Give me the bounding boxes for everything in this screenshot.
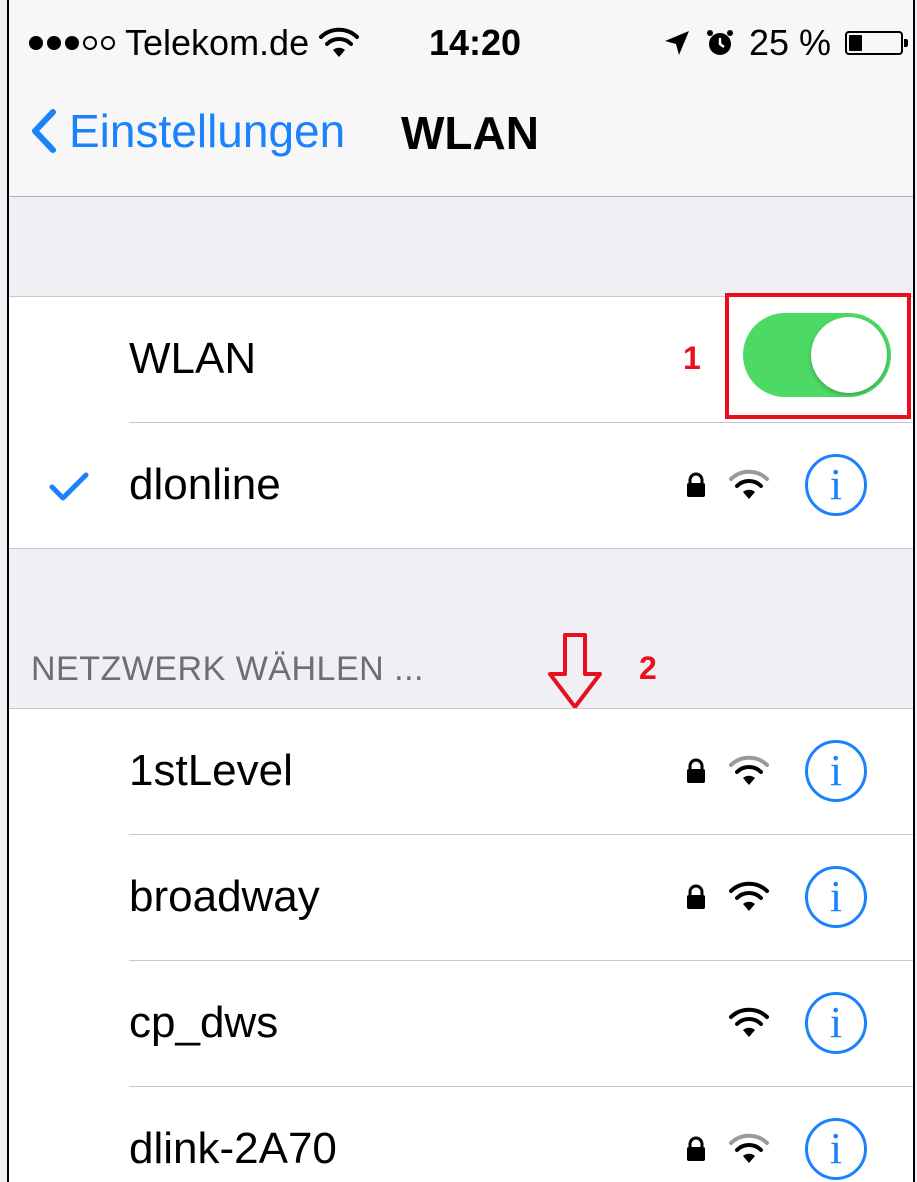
network-status-icons: i xyxy=(729,992,867,1054)
connected-network-row[interactable]: dlonline i xyxy=(9,422,913,548)
network-name: broadway xyxy=(129,872,320,921)
signal-strength-icon xyxy=(29,36,115,50)
signal-dot-icon xyxy=(83,36,97,50)
lock-icon xyxy=(687,884,705,909)
network-row-dlink-2a70[interactable]: dlink-2A70 i xyxy=(9,1086,913,1182)
wifi-signal-icon xyxy=(729,469,769,499)
wifi-signal-icon xyxy=(729,881,769,911)
wlan-toggle-row: WLAN 1 xyxy=(9,293,913,422)
wifi-signal-icon xyxy=(729,1007,769,1037)
alarm-icon xyxy=(706,30,733,55)
signal-dot-icon xyxy=(29,36,43,50)
network-row-1stlevel[interactable]: 1stLevel i xyxy=(9,708,913,834)
navigation-bar: Einstellungen WLAN xyxy=(9,80,913,197)
signal-dot-icon xyxy=(65,36,79,50)
back-button-label: Einstellungen xyxy=(69,105,346,157)
wifi-icon xyxy=(319,27,360,57)
network-status-icons: i xyxy=(685,866,867,928)
annotation-number-1: 1 xyxy=(683,340,701,376)
network-status-icons: i xyxy=(685,454,867,516)
location-arrow-icon xyxy=(664,31,689,55)
lock-icon xyxy=(687,472,705,497)
lock-icon xyxy=(687,758,705,783)
network-name: 1stLevel xyxy=(129,746,293,795)
battery-percentage: 25 % xyxy=(748,22,831,63)
network-list: 1stLevel i broadway i cp_dws i dlink-2A7… xyxy=(9,708,913,1182)
status-right: 25 % xyxy=(663,22,908,64)
connected-network-name: dlonline xyxy=(129,460,281,509)
wlan-toggle-switch[interactable] xyxy=(743,313,891,397)
battery-icon xyxy=(845,31,908,55)
status-left: Telekom.de xyxy=(29,22,360,64)
annotation-arrow-down-icon xyxy=(548,633,602,709)
wlan-toggle-label: WLAN xyxy=(129,334,257,383)
network-name: cp_dws xyxy=(129,998,279,1047)
info-button[interactable]: i xyxy=(805,1118,867,1180)
network-row-cp-dws[interactable]: cp_dws i xyxy=(9,960,913,1086)
page-title: WLAN xyxy=(401,107,539,159)
status-time: 14:20 xyxy=(429,22,522,63)
status-bar: Telekom.de 14:20 25 % xyxy=(9,0,913,80)
signal-dot-icon xyxy=(47,36,61,50)
info-button[interactable]: i xyxy=(805,992,867,1054)
network-name: dlink-2A70 xyxy=(129,1124,337,1173)
checkmark-icon xyxy=(49,472,89,501)
wifi-signal-icon xyxy=(729,1133,769,1163)
battery-fill xyxy=(849,35,862,51)
section-header-choose-network: NETZWERK WÄHLEN ... xyxy=(31,650,424,688)
network-status-icons: i xyxy=(685,1118,867,1180)
back-button[interactable]: Einstellungen xyxy=(31,104,345,158)
carrier-name: Telekom.de xyxy=(125,22,310,63)
toggle-knob xyxy=(811,317,887,393)
annotation-number-2: 2 xyxy=(639,650,657,686)
wifi-signal-icon xyxy=(729,755,769,785)
network-row-broadway[interactable]: broadway i xyxy=(9,834,913,960)
info-button[interactable]: i xyxy=(805,740,867,802)
phone-screen: Telekom.de 14:20 25 % Einstellungen WLAN… xyxy=(7,0,915,1182)
signal-dot-icon xyxy=(101,36,115,50)
lock-icon xyxy=(687,1136,705,1161)
network-status-icons: i xyxy=(685,740,867,802)
info-button[interactable]: i xyxy=(805,866,867,928)
info-button[interactable]: i xyxy=(805,454,867,516)
chevron-left-icon xyxy=(32,109,56,153)
